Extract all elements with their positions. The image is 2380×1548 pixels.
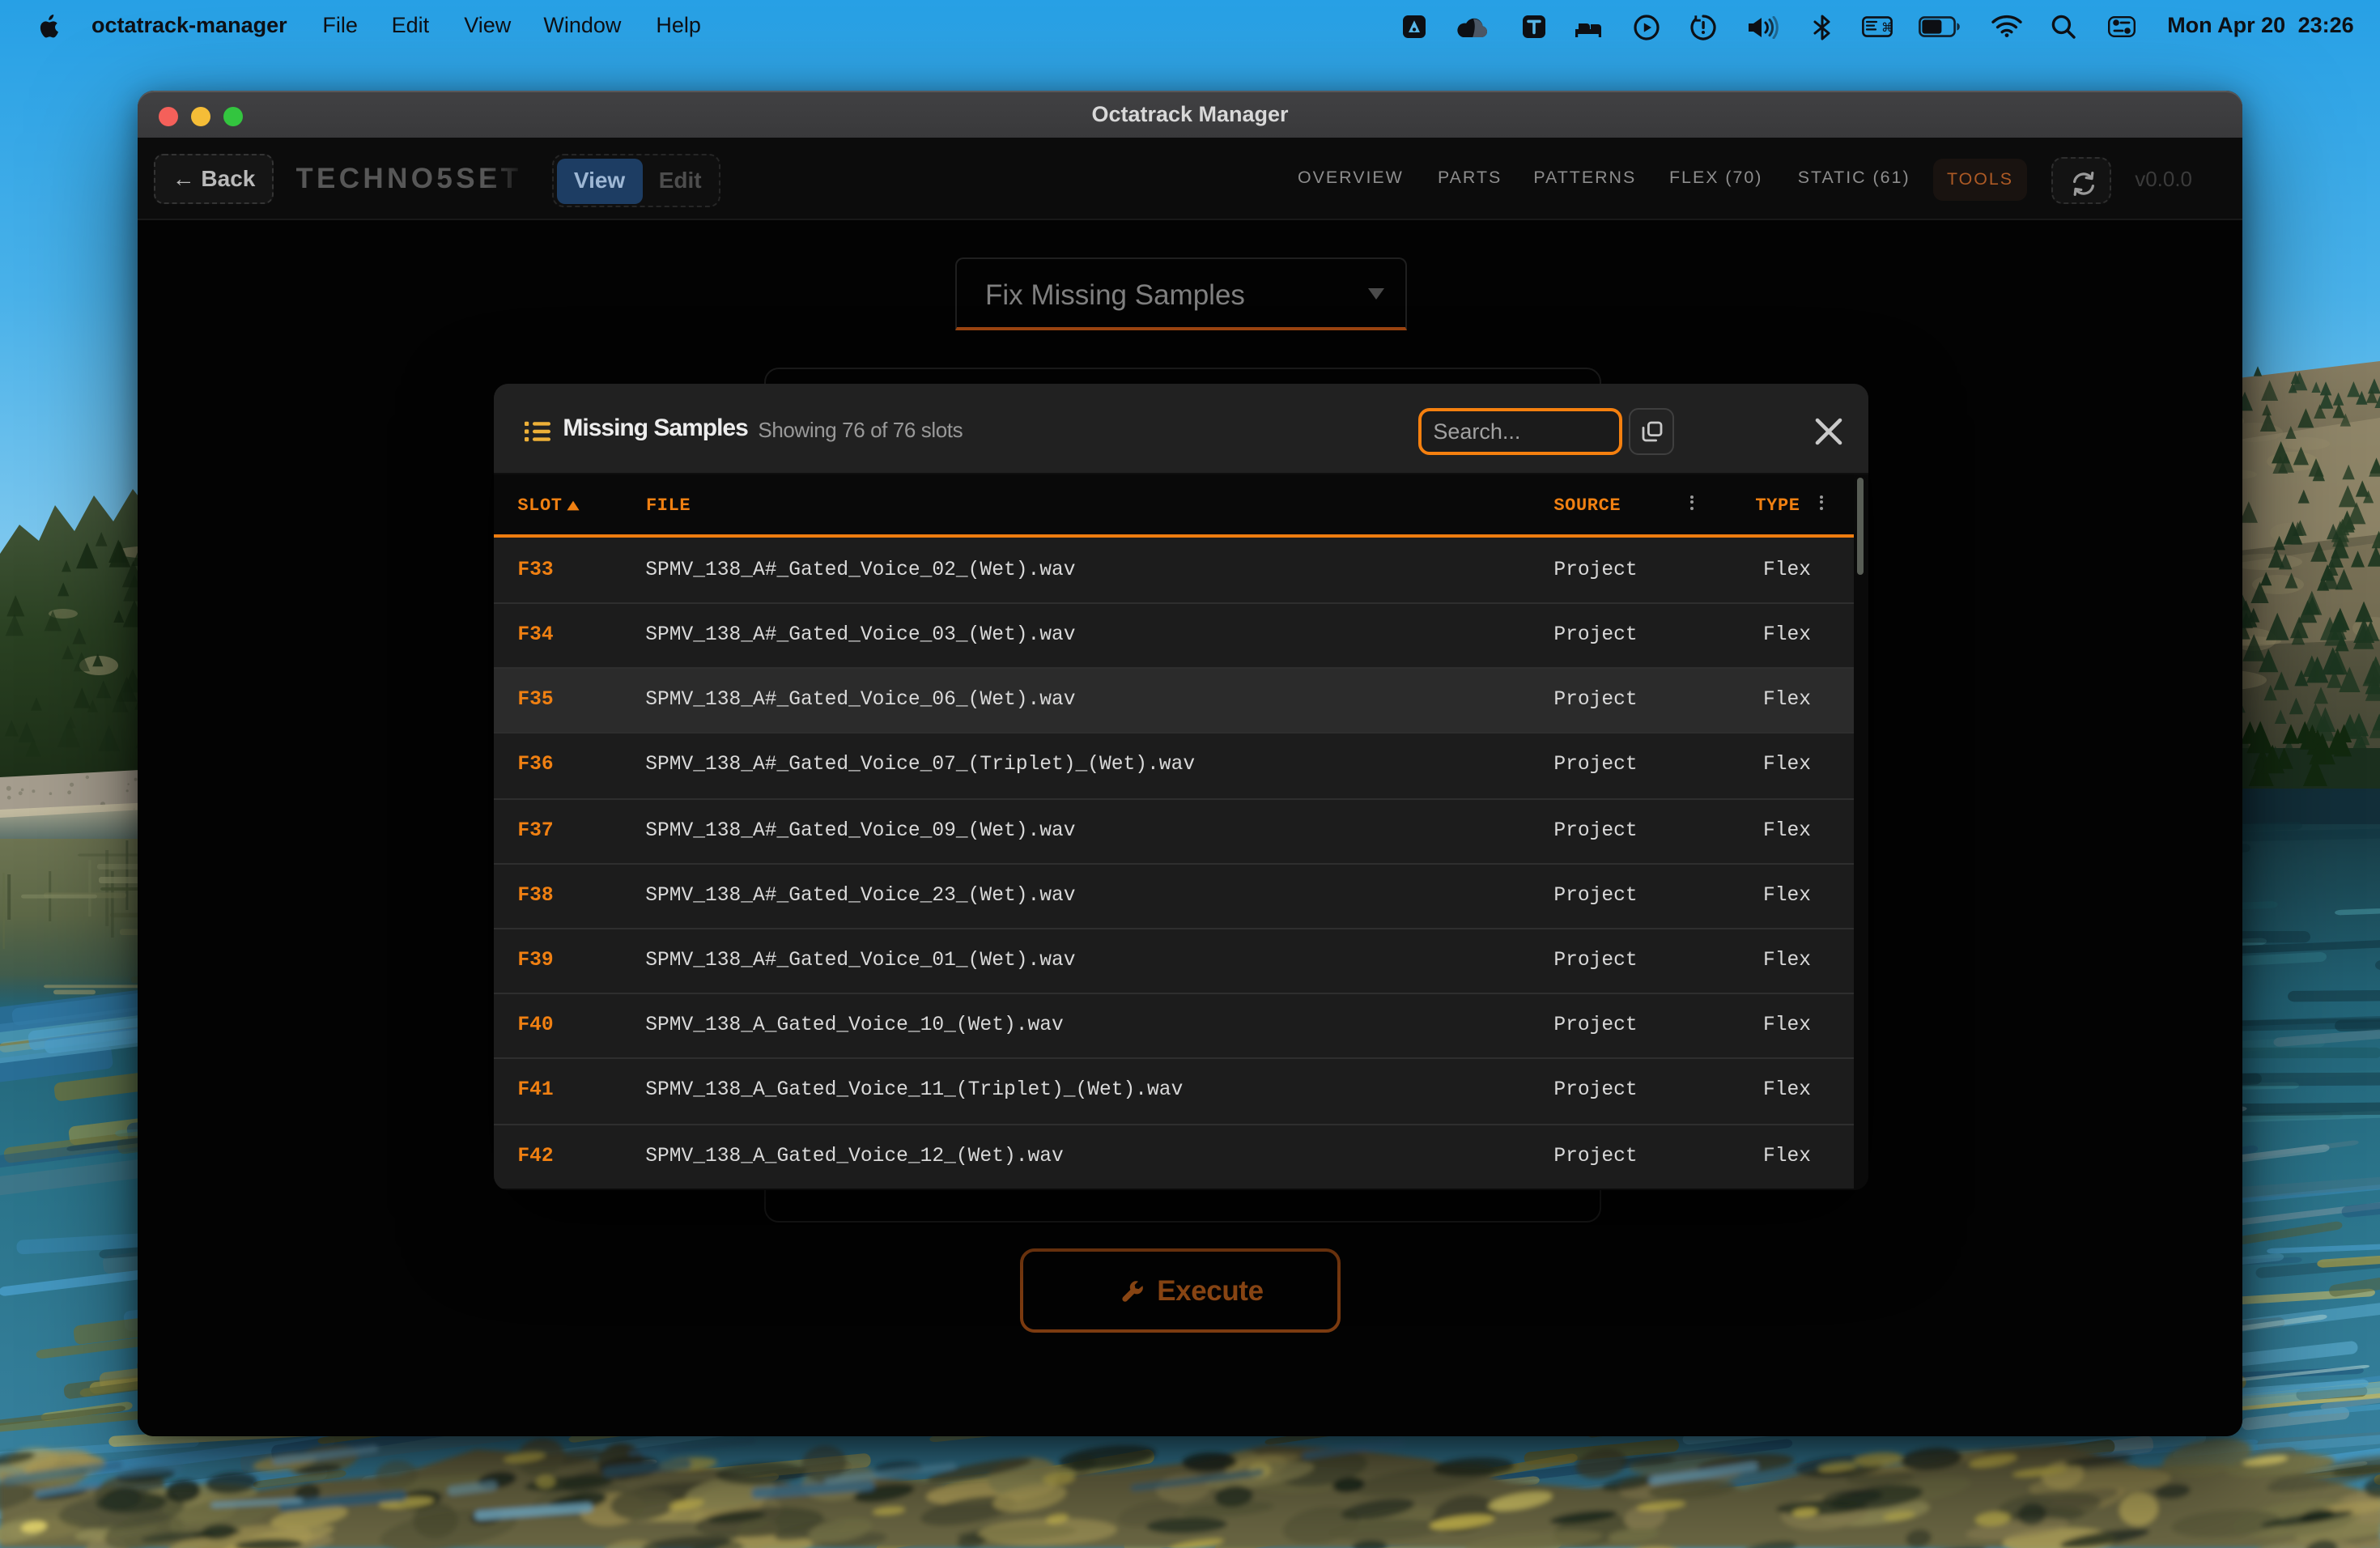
svg-text:⌘: ⌘ xyxy=(1881,21,1892,35)
